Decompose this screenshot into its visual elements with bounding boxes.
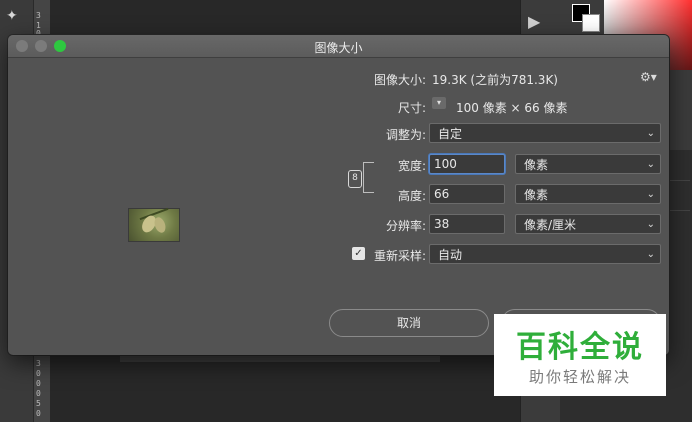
fit-to-label: 调整为: <box>385 128 426 142</box>
dialog-titlebar: 图像大小 <box>8 35 669 58</box>
image-size-label: 图像大小: <box>373 73 426 87</box>
height-unit-select[interactable]: 像素 ⌄ <box>515 184 661 204</box>
chevron-down-icon: ▾ <box>436 98 441 107</box>
resample-label: 重新采样: <box>373 249 426 263</box>
height-unit-value: 像素 <box>524 188 549 202</box>
width-unit-select[interactable]: 像素 ⌄ <box>515 154 661 174</box>
resample-value: 自动 <box>438 248 463 262</box>
fit-to-select[interactable]: 自定 ⌄ <box>429 123 661 143</box>
height-input[interactable]: 66 <box>429 184 505 204</box>
ruler-number: 3 <box>36 359 41 368</box>
dimensions-unit-dropdown[interactable]: ▾ <box>432 97 446 109</box>
dimensions-label: 尺寸: <box>397 101 426 115</box>
chevron-down-icon: ⌄ <box>646 189 655 200</box>
cancel-button[interactable]: 取消 <box>329 309 489 337</box>
width-input[interactable]: 100 <box>429 154 505 174</box>
dimensions-value: 100 像素 × 66 像素 <box>456 101 568 115</box>
ruler-number: 5 <box>36 399 41 408</box>
chevron-down-icon: ⌄ <box>646 128 655 139</box>
resolution-label: 分辨率: <box>385 219 426 233</box>
width-unit-value: 像素 <box>524 158 549 172</box>
fit-to-value: 自定 <box>438 127 463 141</box>
background-color-swatch[interactable] <box>582 14 600 32</box>
width-label: 宽度: <box>397 159 426 173</box>
image-preview-thumbnail <box>128 207 180 242</box>
ruler-number: 0 <box>36 389 41 398</box>
dialog-title: 图像大小 <box>314 41 363 55</box>
image-pod-shape <box>152 215 168 235</box>
watermark-logo: 百科全说 助你轻松解决 <box>494 314 666 396</box>
status-bar <box>120 356 440 362</box>
ruler-number: 3 <box>36 11 41 20</box>
ruler-number: 0 <box>36 369 41 378</box>
resample-select[interactable]: 自动 ⌄ <box>429 244 661 264</box>
gear-icon[interactable]: ⚙▾ <box>640 70 657 84</box>
image-preview-area[interactable] <box>8 58 348 355</box>
height-label: 高度: <box>397 189 426 203</box>
image-size-value: 19.3K (之前为781.3K) <box>432 73 558 87</box>
image-size-dialog: 图像大小 ⚙▾ 图像大小: 19.3K (之前为781.3K) 尺寸: ▾ 10… <box>8 35 669 355</box>
ruler-number: 0 <box>36 409 41 418</box>
chevron-down-icon: ⌄ <box>646 159 655 170</box>
ruler-number: 0 <box>36 379 41 388</box>
magic-wand-icon[interactable]: ✦ <box>6 8 18 24</box>
resolution-input[interactable]: 38 <box>429 214 505 234</box>
watermark-subtitle: 助你轻松解决 <box>528 368 631 386</box>
chevron-down-icon: ⌄ <box>646 249 655 260</box>
resolution-unit-value: 像素/厘米 <box>524 218 577 232</box>
chevron-down-icon: ⌄ <box>646 219 655 230</box>
watermark-title: 百科全说 <box>516 330 644 365</box>
resolution-unit-select[interactable]: 像素/厘米 ⌄ <box>515 214 661 234</box>
